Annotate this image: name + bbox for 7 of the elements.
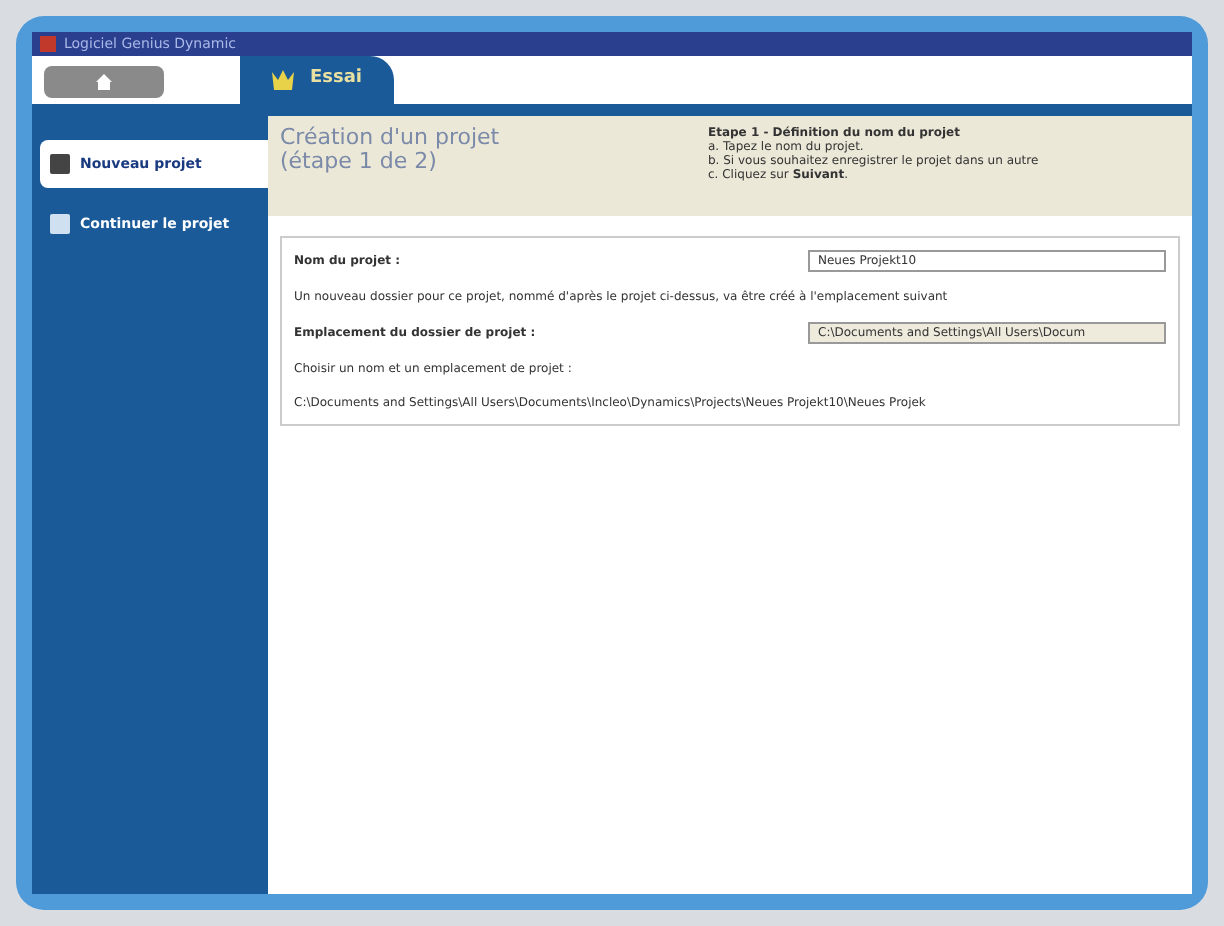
home-icon — [96, 74, 112, 90]
tab[interactable]: Essai — [240, 56, 395, 104]
page-subtitle: (étape 1 de 2) — [280, 150, 437, 174]
page-title: Création d'un projet — [280, 126, 502, 150]
home-button[interactable] — [44, 66, 164, 98]
app-icon — [40, 36, 56, 52]
crown-icon — [272, 70, 294, 90]
